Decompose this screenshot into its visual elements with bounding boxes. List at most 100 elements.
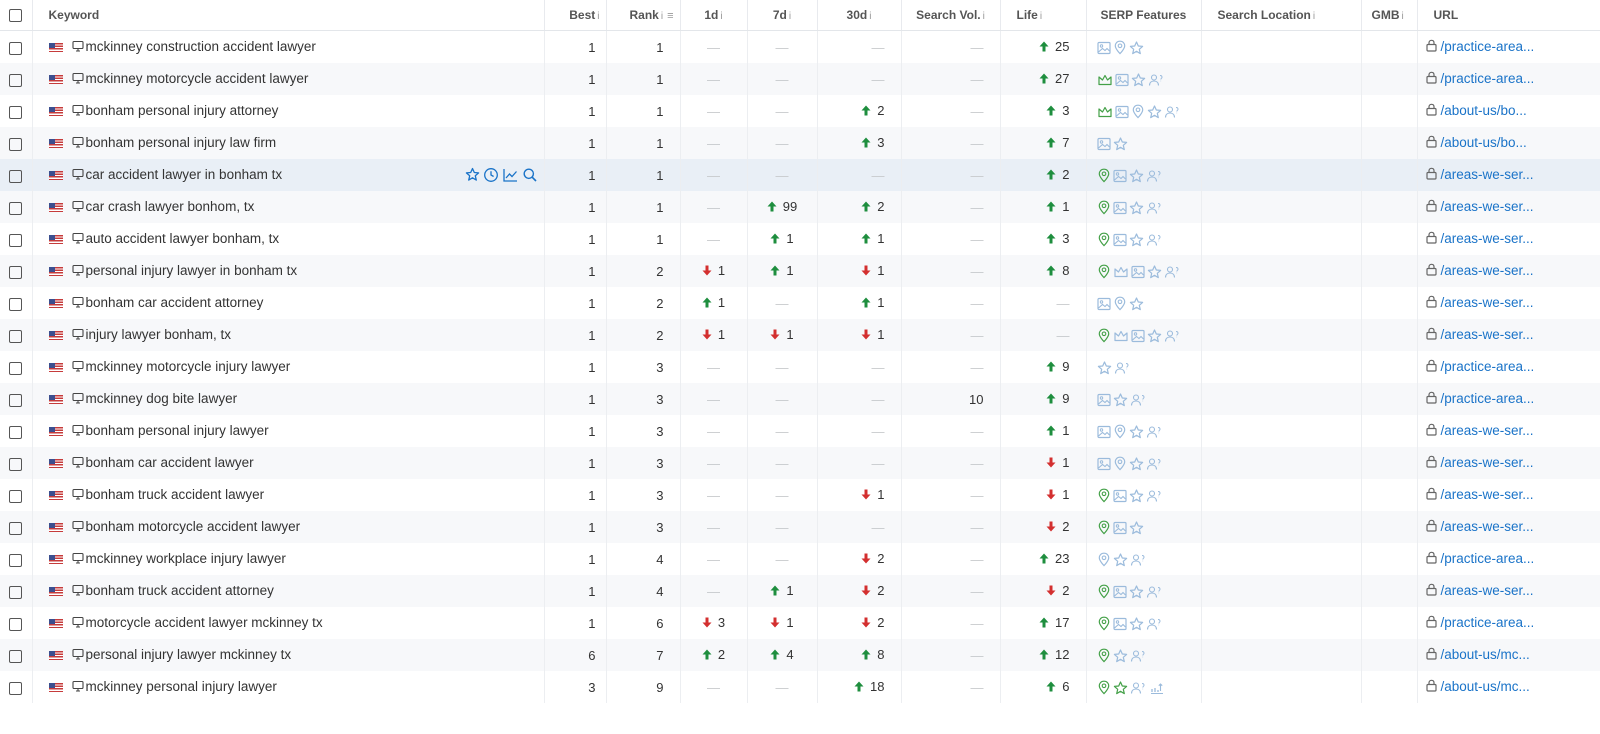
url-cell[interactable]: /practice-area...: [1417, 543, 1600, 575]
url-cell[interactable]: /areas-we-ser...: [1417, 287, 1600, 319]
url-link[interactable]: /practice-area...: [1441, 391, 1535, 406]
serp-features[interactable]: [1086, 351, 1202, 383]
url-link[interactable]: /about-us/mc...: [1441, 679, 1530, 694]
col-search-vol[interactable]: Search Vol. i: [901, 0, 1001, 31]
url-cell[interactable]: /practice-area...: [1417, 63, 1600, 95]
url-link[interactable]: /practice-area...: [1441, 551, 1535, 566]
row-checkbox[interactable]: [0, 287, 33, 319]
col-gmb[interactable]: GMB i: [1361, 0, 1418, 31]
row-checkbox[interactable]: [0, 671, 33, 703]
serp-features[interactable]: [1086, 639, 1202, 671]
url-cell[interactable]: /areas-we-ser...: [1417, 575, 1600, 607]
url-cell[interactable]: /areas-we-ser...: [1417, 191, 1600, 223]
url-cell[interactable]: /about-us/bo...: [1417, 127, 1600, 159]
url-link[interactable]: /about-us/bo...: [1441, 103, 1527, 118]
table-row[interactable]: car accident lawyer in bonham tx 1 1 — —…: [0, 159, 1600, 191]
url-link[interactable]: /areas-we-ser...: [1441, 487, 1534, 502]
select-all-checkbox[interactable]: [0, 0, 33, 31]
url-cell[interactable]: /areas-we-ser...: [1417, 511, 1600, 543]
keyword-cell[interactable]: bonham truck accident lawyer: [32, 479, 545, 511]
serp-features[interactable]: [1086, 415, 1202, 447]
keyword-cell[interactable]: mckinney dog bite lawyer: [32, 383, 545, 415]
url-cell[interactable]: /areas-we-ser...: [1417, 447, 1600, 479]
keyword-cell[interactable]: car crash lawyer bonhom, tx: [32, 191, 545, 223]
keyword-text[interactable]: mckinney construction accident lawyer: [86, 39, 316, 54]
keyword-cell[interactable]: mckinney motorcycle accident lawyer: [32, 63, 545, 95]
serp-features[interactable]: [1086, 543, 1202, 575]
info-icon[interactable]: i: [661, 11, 663, 22]
url-link[interactable]: /about-us/bo...: [1441, 135, 1527, 150]
row-checkbox[interactable]: [0, 63, 33, 95]
keyword-cell[interactable]: mckinney motorcycle injury lawyer: [32, 351, 545, 383]
keyword-text[interactable]: mckinney dog bite lawyer: [86, 391, 238, 406]
row-checkbox[interactable]: [0, 575, 33, 607]
url-link[interactable]: /areas-we-ser...: [1441, 327, 1534, 342]
url-cell[interactable]: /about-us/mc...: [1417, 639, 1600, 671]
keyword-cell[interactable]: bonham car accident lawyer: [32, 447, 545, 479]
keyword-text[interactable]: auto accident lawyer bonham, tx: [86, 231, 280, 246]
keyword-text[interactable]: mckinney personal injury lawyer: [86, 679, 277, 694]
col-keyword[interactable]: Keyword: [32, 0, 545, 31]
info-icon[interactable]: i: [1313, 11, 1315, 22]
keyword-cell[interactable]: bonham truck accident attorney: [32, 575, 545, 607]
url-cell[interactable]: /practice-area...: [1417, 607, 1600, 639]
serp-features[interactable]: [1086, 479, 1202, 511]
col-30d[interactable]: 30d i: [817, 0, 902, 31]
table-row[interactable]: bonham truck accident lawyer 1 3 — — 1 —…: [0, 479, 1600, 511]
keyword-text[interactable]: car crash lawyer bonhom, tx: [86, 199, 255, 214]
table-row[interactable]: mckinney workplace injury lawyer 1 4 — —…: [0, 543, 1600, 575]
row-checkbox[interactable]: [0, 479, 33, 511]
favorite-star-icon[interactable]: [465, 167, 480, 186]
url-cell[interactable]: /about-us/bo...: [1417, 95, 1600, 127]
serp-features[interactable]: [1086, 127, 1202, 159]
info-icon[interactable]: i: [789, 11, 791, 22]
url-cell[interactable]: /areas-we-ser...: [1417, 319, 1600, 351]
url-link[interactable]: /areas-we-ser...: [1441, 263, 1534, 278]
keyword-cell[interactable]: injury lawyer bonham, tx: [32, 319, 545, 351]
url-cell[interactable]: /areas-we-ser...: [1417, 159, 1600, 191]
table-row[interactable]: bonham personal injury attorney 1 1 — — …: [0, 95, 1600, 127]
keyword-cell[interactable]: mckinney personal injury lawyer: [32, 671, 545, 703]
table-row[interactable]: mckinney motorcycle accident lawyer 1 1 …: [0, 63, 1600, 95]
serp-features[interactable]: [1086, 95, 1202, 127]
keyword-cell[interactable]: motorcycle accident lawyer mckinney tx: [32, 607, 545, 639]
url-link[interactable]: /practice-area...: [1441, 615, 1535, 630]
col-rank[interactable]: Rank i ≡: [606, 0, 681, 31]
keyword-cell[interactable]: bonham personal injury lawyer: [32, 415, 545, 447]
serp-features[interactable]: [1086, 671, 1202, 703]
serp-features[interactable]: [1086, 511, 1202, 543]
url-cell[interactable]: /about-us/mc...: [1417, 671, 1600, 703]
table-row[interactable]: personal injury lawyer in bonham tx 1 2 …: [0, 255, 1600, 287]
url-link[interactable]: /areas-we-ser...: [1441, 423, 1534, 438]
row-checkbox[interactable]: [0, 95, 33, 127]
keyword-cell[interactable]: bonham personal injury attorney: [32, 95, 545, 127]
keyword-cell[interactable]: personal injury lawyer mckinney tx: [32, 639, 545, 671]
table-row[interactable]: personal injury lawyer mckinney tx 6 7 2…: [0, 639, 1600, 671]
keyword-cell[interactable]: bonham motorcycle accident lawyer: [32, 511, 545, 543]
row-checkbox[interactable]: [0, 351, 33, 383]
keyword-text[interactable]: bonham personal injury law firm: [86, 135, 277, 150]
serp-features[interactable]: [1086, 383, 1202, 415]
table-row[interactable]: mckinney construction accident lawyer 1 …: [0, 30, 1600, 63]
table-row[interactable]: car crash lawyer bonhom, tx 1 1 — 99 2 —…: [0, 191, 1600, 223]
info-icon[interactable]: i: [983, 11, 985, 22]
table-row[interactable]: mckinney motorcycle injury lawyer 1 3 — …: [0, 351, 1600, 383]
table-row[interactable]: injury lawyer bonham, tx 1 2 1 1 1 — — /…: [0, 319, 1600, 351]
table-row[interactable]: bonham car accident attorney 1 2 1 — 1 —…: [0, 287, 1600, 319]
url-link[interactable]: /practice-area...: [1441, 359, 1535, 374]
info-icon[interactable]: i: [869, 11, 871, 22]
row-checkbox[interactable]: [0, 543, 33, 575]
col-search-location[interactable]: Search Location i: [1201, 0, 1362, 31]
sort-icon[interactable]: ≡: [667, 10, 673, 22]
serp-features[interactable]: [1086, 255, 1202, 287]
serp-features[interactable]: [1086, 223, 1202, 255]
url-link[interactable]: /areas-we-ser...: [1441, 167, 1534, 182]
info-icon[interactable]: i: [720, 11, 722, 22]
serp-features[interactable]: [1086, 159, 1202, 191]
serp-features[interactable]: [1086, 63, 1202, 95]
keyword-cell[interactable]: bonham personal injury law firm: [32, 127, 545, 159]
row-checkbox[interactable]: [0, 159, 33, 191]
serp-features[interactable]: [1086, 191, 1202, 223]
keyword-cell[interactable]: personal injury lawyer in bonham tx: [32, 255, 545, 287]
keyword-cell[interactable]: auto accident lawyer bonham, tx: [32, 223, 545, 255]
